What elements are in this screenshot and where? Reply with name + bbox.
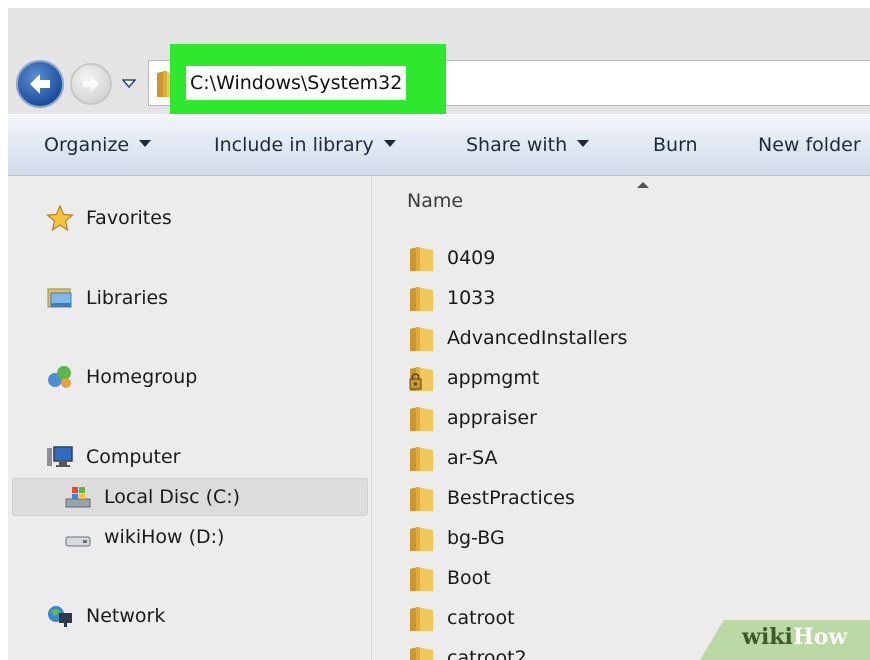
share-with-label: Share with: [466, 134, 568, 156]
network-icon: [48, 606, 72, 627]
forward-button[interactable]: [70, 63, 112, 105]
folder-icon: [410, 287, 433, 311]
folder-icon: [410, 567, 433, 591]
list-item-label: BestPractices: [447, 487, 575, 509]
column-header-name[interactable]: Name: [407, 190, 463, 212]
command-bar: Organize Include in library Share with B…: [8, 114, 870, 176]
drive-icon: [65, 536, 91, 547]
folder-icon: [410, 407, 433, 431]
watermark-text: wikiHow: [742, 624, 847, 650]
folder-icon: [410, 447, 433, 471]
list-item-label: catroot: [447, 607, 515, 629]
navigation-pane: Favorites Libraries Homegroup Computer L…: [8, 176, 372, 660]
list-item-label: 1033: [447, 287, 496, 309]
include-in-library-label: Include in library: [214, 134, 374, 156]
local-disc-icon: [65, 487, 91, 508]
explorer-window: C:\Windows\System32 Organize Include in …: [8, 8, 870, 660]
nav-local-disc-label: Local Disc (C:): [104, 486, 241, 508]
folder-icon: [410, 487, 433, 511]
list-item-label: catroot2: [447, 647, 527, 660]
nav-libraries-label: Libraries: [86, 287, 169, 309]
recent-pages-dropdown-icon[interactable]: [122, 76, 136, 90]
locked-folder-icon: [409, 367, 433, 391]
nav-homegroup-label: Homegroup: [86, 366, 198, 388]
new-folder-label: New folder: [758, 134, 861, 156]
homegroup-icon: [48, 366, 71, 388]
chevron-down-icon: [139, 140, 152, 147]
watermark-how: How: [792, 624, 848, 650]
chevron-down-icon: [577, 140, 590, 147]
file-list-pane: Name 0409 1033 AdvancedInstallers appmgm…: [373, 176, 870, 660]
computer-icon: [47, 446, 73, 467]
nav-network-label: Network: [86, 605, 166, 627]
folder-icon: [410, 327, 433, 351]
share-with-button[interactable]: Share with: [466, 114, 590, 176]
nav-favorites-label: Favorites: [86, 207, 172, 229]
list-item-label: ar-SA: [447, 447, 498, 469]
address-path[interactable]: C:\Windows\System32: [186, 66, 407, 100]
organize-button[interactable]: Organize: [44, 114, 152, 176]
folder-icon: [410, 247, 433, 271]
sort-ascending-icon: [637, 182, 649, 188]
new-folder-button[interactable]: New folder: [758, 114, 861, 176]
back-button[interactable]: [16, 60, 64, 108]
list-item-label: Boot: [447, 567, 491, 589]
organize-label: Organize: [44, 134, 130, 156]
burn-button[interactable]: Burn: [653, 114, 698, 176]
wikihow-watermark: wikiHow: [700, 620, 870, 660]
list-item-label: bg-BG: [447, 527, 505, 549]
nav-wikihow-drive-label: wikiHow (D:): [104, 526, 225, 548]
list-item-label: AdvancedInstallers: [447, 327, 628, 349]
chevron-down-icon: [383, 140, 396, 147]
folder-icon: [410, 527, 433, 551]
back-arrow-icon: [30, 74, 50, 94]
folder-icon: [410, 647, 433, 660]
folder-icon: [410, 607, 433, 631]
list-item-label: appraiser: [447, 407, 537, 429]
nav-computer-label: Computer: [86, 446, 181, 468]
include-in-library-button[interactable]: Include in library: [214, 114, 396, 176]
star-icon: [46, 205, 74, 231]
burn-label: Burn: [653, 134, 698, 156]
list-item-label: 0409: [447, 247, 496, 269]
forward-arrow-icon: [83, 76, 99, 92]
list-item-label: appmgmt: [447, 367, 540, 389]
libraries-icon: [47, 288, 72, 308]
watermark-wiki: wiki: [742, 624, 793, 650]
